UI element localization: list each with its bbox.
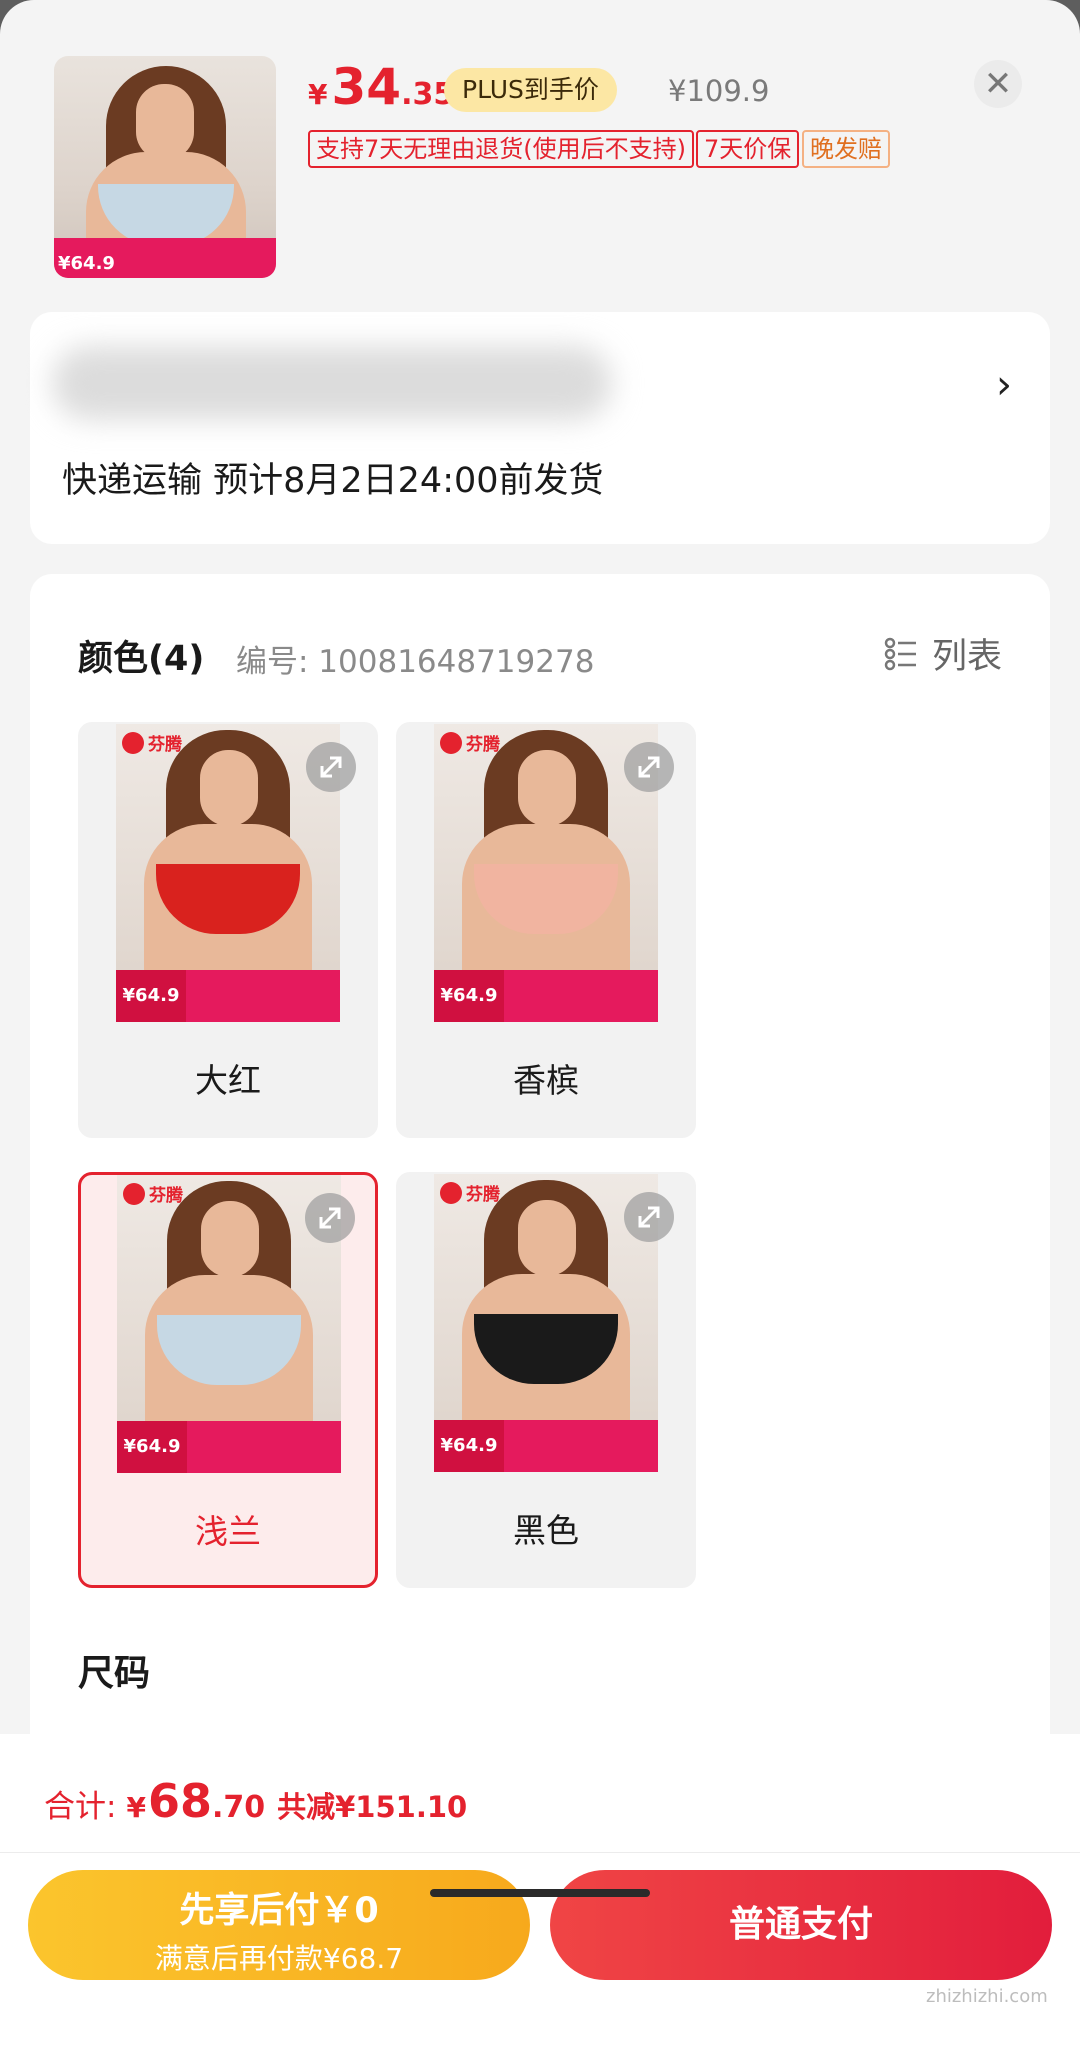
current-price: ¥ 34 .35 [308,58,454,116]
expand-icon[interactable] [306,742,356,792]
home-indicator [430,1889,650,1897]
total-currency: ¥ [126,1791,146,1824]
pay-later-title: 先享后付￥0 [179,1891,379,1931]
thumb-promo-price: ¥64.9 [58,253,115,274]
brand-logo: 芬腾 [440,1180,500,1205]
watermark: zhizhizhi.com [926,1986,1048,2007]
original-price: ¥109.9 [668,74,770,108]
checkout-footer: 合计: ¥ 68 .70 共减¥151.10 先享后付￥0 满意后再付款¥68.… [0,1734,1080,2061]
expand-icon[interactable] [624,1192,674,1242]
sku-number: 编号: 10081648719278 [236,644,595,680]
total-integer: 68 [147,1774,212,1828]
swatch-promo-price: ¥64.9 [116,970,186,1022]
brand-logo: 芬腾 [123,1181,183,1206]
color-swatch[interactable]: ¥64.9 芬腾大红 [78,722,378,1138]
color-section-title: 颜色(4) [78,639,205,679]
list-toggle-label: 列表 [931,637,1002,677]
pay-later-subtitle: 满意后再付款¥68.7 [154,1942,404,1975]
sku-selector-sheet: ¥64.9 ¥ 34 .35 PLUS到手价 ¥109.9 ✕ 支持7天无理由退… [0,0,1080,2061]
color-swatch[interactable]: ¥64.9 芬腾浅兰 [78,1172,378,1588]
list-icon [884,637,916,670]
product-thumbnail[interactable]: ¥64.9 [54,56,276,278]
color-swatch[interactable]: ¥64.9 芬腾香槟 [396,722,696,1138]
order-total: 合计: ¥ 68 .70 共减¥151.10 [44,1774,467,1828]
brand-logo: 芬腾 [122,730,182,755]
delivery-estimate: 快递运输 预计8月2日24:00前发货 [62,461,604,501]
brand-logo: 芬腾 [440,730,500,755]
size-section-title: 尺码 [78,1653,151,1694]
swatch-label: 香槟 [513,1061,579,1100]
swatch-promo-price: ¥64.9 [117,1421,187,1473]
currency-symbol: ¥ [308,78,328,111]
total-saved: 共减¥151.10 [277,1790,468,1824]
expand-icon[interactable] [624,742,674,792]
total-decimal: .70 [211,1790,266,1825]
tag-7day-return: 支持7天无理由退货(使用后不支持) [308,130,694,168]
spec-card: 颜色(4) 编号: 10081648719278 列表 ¥64.9 芬腾 大红 ¥64… [30,574,1050,1734]
chevron-right-icon[interactable]: › [996,362,1012,408]
swatch-promo-price: ¥64.9 [434,1420,504,1472]
pay-now-button[interactable]: 普通支付 [550,1870,1052,1980]
swatch-label: 大红 [195,1061,261,1100]
list-view-toggle[interactable]: 列表 [884,628,1002,679]
plus-price-badge: PLUS到手价 [444,68,617,112]
swatch-promo-price: ¥64.9 [434,970,504,1022]
total-label: 合计: [44,1789,117,1825]
swatch-label: 黑色 [513,1511,579,1550]
pay-later-button[interactable]: 先享后付￥0 满意后再付款¥68.7 [28,1870,530,1980]
color-swatch[interactable]: ¥64.9 芬腾黑色 [396,1172,696,1588]
price-integer: 34 [331,58,402,116]
footer-divider [0,1852,1080,1853]
swatch-label: 浅兰 [195,1512,261,1551]
expand-icon[interactable] [305,1193,355,1243]
close-icon[interactable]: ✕ [974,60,1022,108]
shipping-address-card[interactable]: › 快递运输 预计8月2日24:00前发货 [30,312,1050,544]
tag-price-protect: 7天价保 [696,130,800,168]
tag-late-ship-compensation: 晚发赔 [802,130,890,168]
blurred-address [52,346,612,420]
